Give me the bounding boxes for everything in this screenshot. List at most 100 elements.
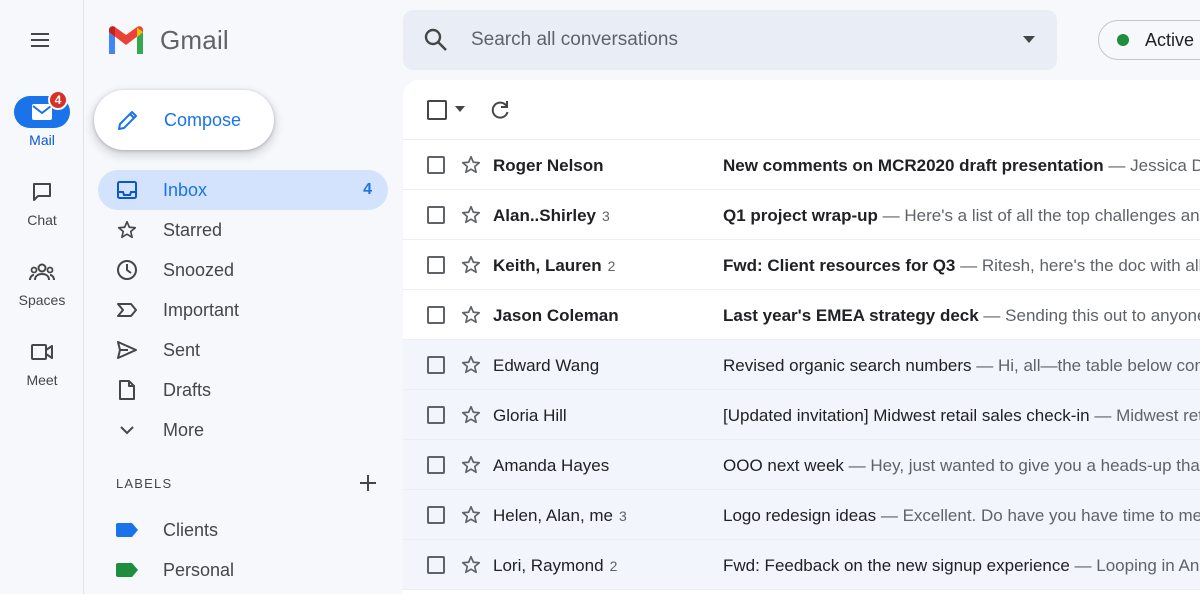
search-options-icon[interactable] bbox=[1023, 36, 1035, 43]
star-icon[interactable] bbox=[460, 354, 482, 376]
mail-snippet: — Here's a list of all the top challenge… bbox=[882, 206, 1200, 225]
label-item-personal[interactable]: Personal bbox=[116, 555, 234, 585]
hamburger-menu-icon bbox=[31, 33, 49, 47]
mail-snippet: — Midwest retail sales check-in bbox=[1094, 406, 1200, 425]
thread-count: 3 bbox=[619, 508, 627, 524]
mail-row[interactable]: Jason Coleman Last year's EMEA strategy … bbox=[403, 290, 1200, 340]
mail-content: [Updated invitation] Midwest retail sale… bbox=[723, 406, 1200, 426]
rail-item-chat[interactable]: Chat bbox=[0, 176, 84, 228]
sender-name: Jason Coleman bbox=[493, 306, 619, 325]
compose-button[interactable]: Compose bbox=[94, 90, 274, 150]
rail-item-meet[interactable]: Meet bbox=[0, 336, 84, 388]
mail-row[interactable]: Lori, Raymond 2 Fwd: Feedback on the new … bbox=[403, 540, 1200, 590]
mail-content: OOO next week — Hey, just wanted to give… bbox=[723, 456, 1200, 476]
mail-toolbar bbox=[403, 80, 1200, 140]
sidebar-item-sent[interactable]: Sent bbox=[98, 330, 388, 370]
mail-sender: Keith, Lauren 2 bbox=[493, 256, 615, 276]
mail-content: Logo redesign ideas — Excellent. Do have… bbox=[723, 506, 1200, 526]
mail-row[interactable]: Keith, Lauren 2 Fwd: Client resources for… bbox=[403, 240, 1200, 290]
star-icon[interactable] bbox=[460, 404, 482, 426]
thread-count: 3 bbox=[601, 208, 610, 224]
row-checkbox[interactable] bbox=[427, 556, 445, 574]
sidebar-nav: Inbox 4 Starred Snoozed Important Sent D… bbox=[98, 170, 388, 450]
left-rail: 4 Mail Chat Spaces Meet bbox=[0, 0, 84, 594]
important-icon bbox=[116, 299, 138, 321]
row-checkbox[interactable] bbox=[427, 206, 445, 224]
rail-item-label: Chat bbox=[27, 212, 57, 228]
sender-name: Roger Nelson bbox=[493, 156, 604, 175]
status-button[interactable]: Active bbox=[1098, 20, 1200, 60]
rail-item-label: Mail bbox=[29, 132, 55, 148]
rail-chat-pill bbox=[14, 176, 70, 208]
labels-title: LABELS bbox=[116, 475, 173, 491]
mail-snippet: — Ritesh, here's the doc with all the cl… bbox=[960, 256, 1200, 275]
label-item-clients[interactable]: Clients bbox=[116, 515, 218, 545]
star-icon[interactable] bbox=[460, 254, 482, 276]
row-checkbox[interactable] bbox=[427, 506, 445, 524]
sidebar-item-starred[interactable]: Starred bbox=[98, 210, 388, 250]
mail-snippet: — Sending this out to anyone who missed … bbox=[983, 306, 1200, 325]
gmail-m-icon bbox=[109, 26, 143, 54]
mail-snippet: — Hey, just wanted to give you a heads-u… bbox=[848, 456, 1200, 475]
sidebar-item-inbox[interactable]: Inbox 4 bbox=[98, 170, 388, 210]
mail-subject: Last year's EMEA strategy deck bbox=[723, 306, 979, 325]
row-checkbox[interactable] bbox=[427, 356, 445, 374]
send-icon bbox=[116, 339, 138, 361]
search-input[interactable] bbox=[471, 24, 1011, 56]
label-name: Personal bbox=[163, 559, 235, 580]
refresh-icon[interactable] bbox=[489, 99, 511, 121]
mail-content: Revised organic search numbers — Hi, all… bbox=[723, 356, 1200, 376]
gmail-logo[interactable]: Gmail bbox=[106, 22, 229, 58]
add-label-icon[interactable] bbox=[358, 473, 378, 493]
sender-name: Alan..Shirley bbox=[493, 206, 596, 225]
rail-item-spaces[interactable]: Spaces bbox=[0, 256, 84, 308]
star-icon[interactable] bbox=[460, 554, 482, 576]
row-checkbox[interactable] bbox=[427, 406, 445, 424]
mail-subject: Revised organic search numbers bbox=[723, 356, 972, 375]
star-icon[interactable] bbox=[460, 504, 482, 526]
mail-row[interactable]: Roger Nelson New comments on MCR2020 dra… bbox=[403, 140, 1200, 190]
sidebar-item-more[interactable]: More bbox=[98, 410, 388, 450]
mail-sender: Alan..Shirley 3 bbox=[493, 206, 610, 226]
meet-icon bbox=[31, 344, 53, 360]
clock-icon bbox=[116, 259, 138, 281]
sidebar-item-snoozed[interactable]: Snoozed bbox=[98, 250, 388, 290]
mail-content: Fwd: Feedback on the new signup experien… bbox=[723, 556, 1200, 576]
mail-row[interactable]: Edward Wang Revised organic search numbe… bbox=[403, 340, 1200, 390]
mail-row[interactable]: Amanda Hayes OOO next week — Hey, just w… bbox=[403, 440, 1200, 490]
sidebar-item-important[interactable]: Important bbox=[98, 290, 388, 330]
main-menu-button[interactable] bbox=[20, 20, 60, 60]
row-checkbox[interactable] bbox=[427, 256, 445, 274]
row-checkbox[interactable] bbox=[427, 306, 445, 324]
compose-label: Compose bbox=[164, 109, 242, 130]
mail-row[interactable]: Alan..Shirley 3 Q1 project wrap-up — Here… bbox=[403, 190, 1200, 240]
mail-row[interactable]: Helen, Alan, me 3 Logo redesign ideas — E… bbox=[403, 490, 1200, 540]
sender-name: Helen, Alan, me bbox=[493, 506, 614, 525]
search-icon[interactable] bbox=[423, 27, 449, 53]
mail-sender: Jason Coleman bbox=[493, 306, 625, 326]
mail-subject: Logo redesign ideas bbox=[723, 506, 877, 525]
labels-header: LABELS bbox=[116, 472, 378, 494]
mail-content: Last year's EMEA strategy deck — Sending… bbox=[723, 306, 1200, 326]
star-icon[interactable] bbox=[460, 154, 482, 176]
rail-item-label: Spaces bbox=[18, 292, 66, 308]
row-checkbox[interactable] bbox=[427, 456, 445, 474]
mail-snippet: — Jessica Dow said What about Eva? Make … bbox=[1108, 156, 1200, 175]
sidebar-item-drafts[interactable]: Drafts bbox=[98, 370, 388, 410]
star-icon[interactable] bbox=[460, 304, 482, 326]
rail-item-mail[interactable]: 4 Mail bbox=[0, 90, 84, 148]
star-icon[interactable] bbox=[460, 454, 482, 476]
app-title: Gmail bbox=[160, 24, 229, 55]
inbox-icon bbox=[116, 179, 138, 201]
mail-row[interactable]: Gloria Hill [Updated invitation] Midwest… bbox=[403, 390, 1200, 440]
sidebar-item-label: Sent bbox=[163, 339, 201, 360]
mail-snippet: — Hi, all—the table below contains the r… bbox=[976, 356, 1200, 375]
chevron-down-icon bbox=[116, 419, 138, 441]
select-all-checkbox[interactable] bbox=[427, 100, 447, 120]
sidebar-item-label: Important bbox=[163, 299, 240, 320]
star-icon[interactable] bbox=[460, 204, 482, 226]
select-options-icon[interactable] bbox=[455, 106, 465, 112]
row-checkbox[interactable] bbox=[427, 156, 445, 174]
mail-sender: Edward Wang bbox=[493, 356, 605, 376]
mail-rows: Roger Nelson New comments on MCR2020 dra… bbox=[403, 140, 1200, 590]
